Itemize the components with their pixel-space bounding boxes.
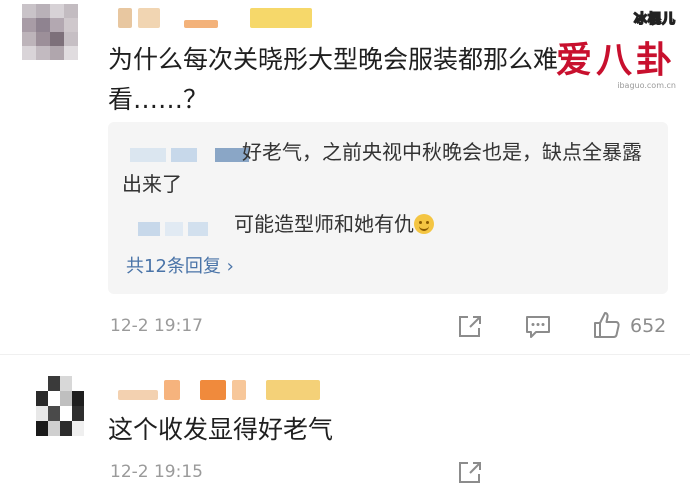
timestamp: 12-2 19:15 [110,462,203,482]
watermark-brand: 冰棍儿 [633,11,676,28]
reply-text-2: 可能造型师和她有仇 [234,212,414,236]
reply-text: 好老气，之前央视中秋晚会也是，缺点全暴露出来了 [122,136,652,200]
more-replies-link[interactable]: 共12条回复 › [126,252,234,278]
share-button[interactable] [456,460,484,486]
watermark: 冰棍儿 爱八卦 ibaguo.com.cn [556,8,676,90]
username[interactable] [118,8,312,28]
watermark-logo: 爱八卦 [555,40,676,81]
avatar[interactable] [36,376,84,436]
share-icon [459,462,481,483]
smile-emoji [414,214,434,234]
reply-username[interactable] [138,222,208,236]
reply-thread[interactable]: 好老气，之前央视中秋晚会也是，缺点全暴露出来了 可能造型师和她有仇 共12条回复… [108,122,668,294]
reply-text-1: 好老气，之前央视中秋晚会也是，缺点全暴露出来了 [122,140,642,196]
like-button[interactable] [592,310,622,340]
timestamp: 12-2 19:17 [110,316,203,336]
divider [0,354,690,355]
comment-button[interactable] [524,314,552,340]
username[interactable] [118,380,320,400]
reply-text: 可能造型师和她有仇 [234,208,434,240]
like-count: 652 [630,315,667,337]
thumbs-up-icon [594,312,620,338]
share-button[interactable] [456,314,484,340]
share-icon [459,316,481,337]
comment-text: 这个收发显得好老气 [108,415,334,444]
comment-icon [526,316,550,338]
comment-text: 为什么每次关晓彤大型晚会服装都那么难看……？ [108,45,559,114]
avatar[interactable] [22,4,78,60]
